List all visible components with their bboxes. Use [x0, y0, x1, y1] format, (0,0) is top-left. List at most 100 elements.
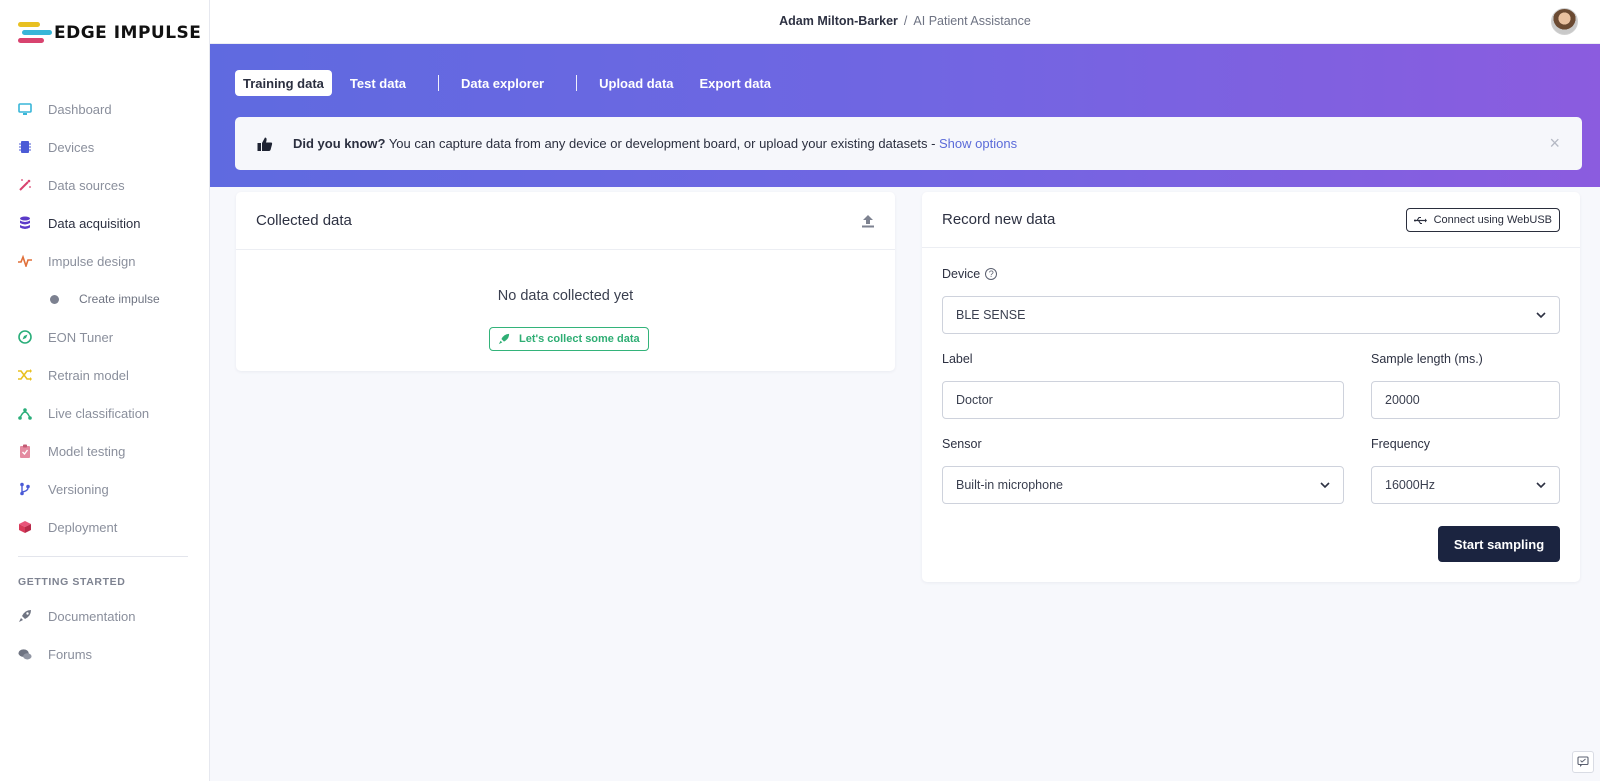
sidebar-item-label: Create impulse [79, 292, 160, 306]
database-icon [18, 216, 32, 230]
shuffle-icon [18, 368, 32, 382]
rocket-icon [498, 333, 510, 345]
sidebar-item-label: Devices [48, 139, 95, 155]
feedback-button[interactable] [1572, 751, 1594, 773]
tab-upload-data[interactable]: Upload data [591, 70, 681, 96]
label-label: Label [942, 352, 973, 366]
tab-data-explorer[interactable]: Data explorer [453, 70, 552, 96]
sidebar-item-label: Deployment [48, 519, 118, 535]
top-bar: Adam Milton-Barker / AI Patient Assistance [210, 0, 1600, 44]
sidebar-item-live-classification[interactable]: Live classification [0, 394, 210, 432]
tab-training-data[interactable]: Training data [235, 70, 332, 96]
brand-logo[interactable]: EDGE IMPULSE [18, 22, 201, 44]
sidebar-item-dashboard[interactable]: Dashboard [0, 90, 210, 128]
tab-divider [438, 75, 440, 91]
collect-data-label: Let's collect some data [519, 333, 640, 345]
clipboard-check-icon [18, 444, 32, 458]
sample-length-input[interactable] [1385, 393, 1546, 407]
box-icon [18, 520, 32, 534]
sidebar-divider [18, 556, 188, 557]
tab-test-data[interactable]: Test data [342, 70, 414, 96]
frequency-select[interactable]: 16000Hz [1371, 466, 1560, 504]
feedback-icon [1577, 756, 1589, 767]
label-input[interactable] [956, 393, 1330, 407]
sidebar-item-label: Model testing [48, 443, 126, 459]
sidebar-item-versioning[interactable]: Versioning [0, 470, 210, 508]
sidebar-item-label: Documentation [48, 608, 136, 624]
sidebar-item-label: Data sources [48, 177, 125, 193]
collected-data-title: Collected data [236, 192, 895, 250]
webusb-label: Connect using WebUSB [1433, 214, 1552, 226]
device-label: Device ? [942, 267, 998, 281]
sidebar-item-deployment[interactable]: Deployment [0, 508, 210, 546]
sidebar-item-model-testing[interactable]: Model testing [0, 432, 210, 470]
compass-icon [18, 330, 32, 344]
sensor-select-value: Built-in microphone [956, 478, 1063, 492]
user-avatar[interactable] [1551, 8, 1578, 35]
brand-name: EDGE IMPULSE [54, 23, 202, 43]
device-label-text: Device [942, 267, 981, 281]
monitor-icon [18, 102, 32, 116]
tip-bold: Did you know? [293, 136, 386, 151]
tip-body: You can capture data from any device or … [385, 136, 940, 151]
sidebar-item-label: EON Tuner [48, 329, 114, 345]
usb-icon [1413, 216, 1427, 224]
start-sampling-button[interactable]: Start sampling [1438, 526, 1560, 562]
edge-impulse-logo-icon [18, 22, 52, 44]
chevron-down-icon [1536, 482, 1546, 489]
nodes-icon [18, 406, 32, 420]
sensor-label: Sensor [942, 437, 982, 451]
label-field[interactable] [942, 381, 1344, 419]
chevron-down-icon [1320, 482, 1330, 489]
branch-icon [18, 482, 32, 496]
sidebar-item-label: Impulse design [48, 253, 136, 269]
tip-box: Did you know? You can capture data from … [235, 117, 1582, 170]
sidebar-item-devices[interactable]: Devices [0, 128, 210, 166]
sidebar-item-data-acquisition[interactable]: Data acquisition [0, 204, 210, 242]
frequency-select-value: 16000Hz [1385, 478, 1436, 492]
sidebar-item-eon-tuner[interactable]: EON Tuner [0, 318, 210, 356]
breadcrumb-separator: / [903, 14, 908, 28]
chip-icon [18, 140, 32, 154]
wand-icon [18, 178, 32, 192]
sensor-select[interactable]: Built-in microphone [942, 466, 1344, 504]
device-select-value: BLE SENSE [956, 308, 1026, 322]
device-select[interactable]: BLE SENSE [942, 296, 1560, 334]
upload-icon[interactable] [861, 214, 875, 228]
sidebar-nav: Dashboard Devices Data sources Data acqu… [0, 90, 210, 673]
tip-text: Did you know? You can capture data from … [293, 136, 1017, 151]
sidebar-item-label: Forums [48, 646, 93, 662]
tab-export-data[interactable]: Export data [692, 70, 780, 96]
rocket-icon [18, 609, 32, 623]
data-tabs: Training data Test data Data explorer Up… [235, 70, 789, 96]
help-icon[interactable]: ? [985, 268, 998, 280]
breadcrumb-project[interactable]: AI Patient Assistance [913, 14, 1030, 28]
sidebar-item-retrain-model[interactable]: Retrain model [0, 356, 210, 394]
sidebar-section-title: GETTING STARTED [18, 576, 126, 588]
sample-length-field[interactable] [1371, 381, 1560, 419]
tab-divider [576, 75, 578, 91]
chat-icon [18, 647, 32, 661]
close-icon[interactable]: × [1549, 133, 1560, 154]
collect-data-button[interactable]: Let's collect some data [489, 327, 649, 351]
breadcrumb-user[interactable]: Adam Milton-Barker [779, 14, 898, 28]
connect-webusb-button[interactable]: Connect using WebUSB [1405, 208, 1560, 232]
record-new-data-card: Record new data Connect using WebUSB Dev… [922, 192, 1580, 582]
pulse-icon [18, 254, 32, 268]
sidebar-item-data-sources[interactable]: Data sources [0, 166, 210, 204]
collected-data-card: Collected data No data collected yet Let… [236, 192, 895, 371]
sidebar-item-documentation[interactable]: Documentation [0, 597, 210, 635]
sidebar-item-label: Versioning [48, 481, 109, 497]
frequency-label: Frequency [1371, 437, 1431, 451]
header-banner: Training data Test data Data explorer Up… [210, 44, 1600, 187]
show-options-link[interactable]: Show options [939, 136, 1017, 151]
chevron-down-icon [1536, 312, 1546, 319]
sidebar: EDGE IMPULSE Dashboard Devices Data sour… [0, 0, 210, 781]
sidebar-item-label: Live classification [48, 405, 150, 421]
sidebar-item-create-impulse[interactable]: Create impulse [0, 280, 210, 318]
sidebar-item-label: Dashboard [48, 101, 112, 117]
dot-icon [50, 294, 59, 304]
sidebar-item-impulse-design[interactable]: Impulse design [0, 242, 210, 280]
sidebar-item-forums[interactable]: Forums [0, 635, 210, 673]
empty-state-text: No data collected yet [497, 288, 634, 304]
